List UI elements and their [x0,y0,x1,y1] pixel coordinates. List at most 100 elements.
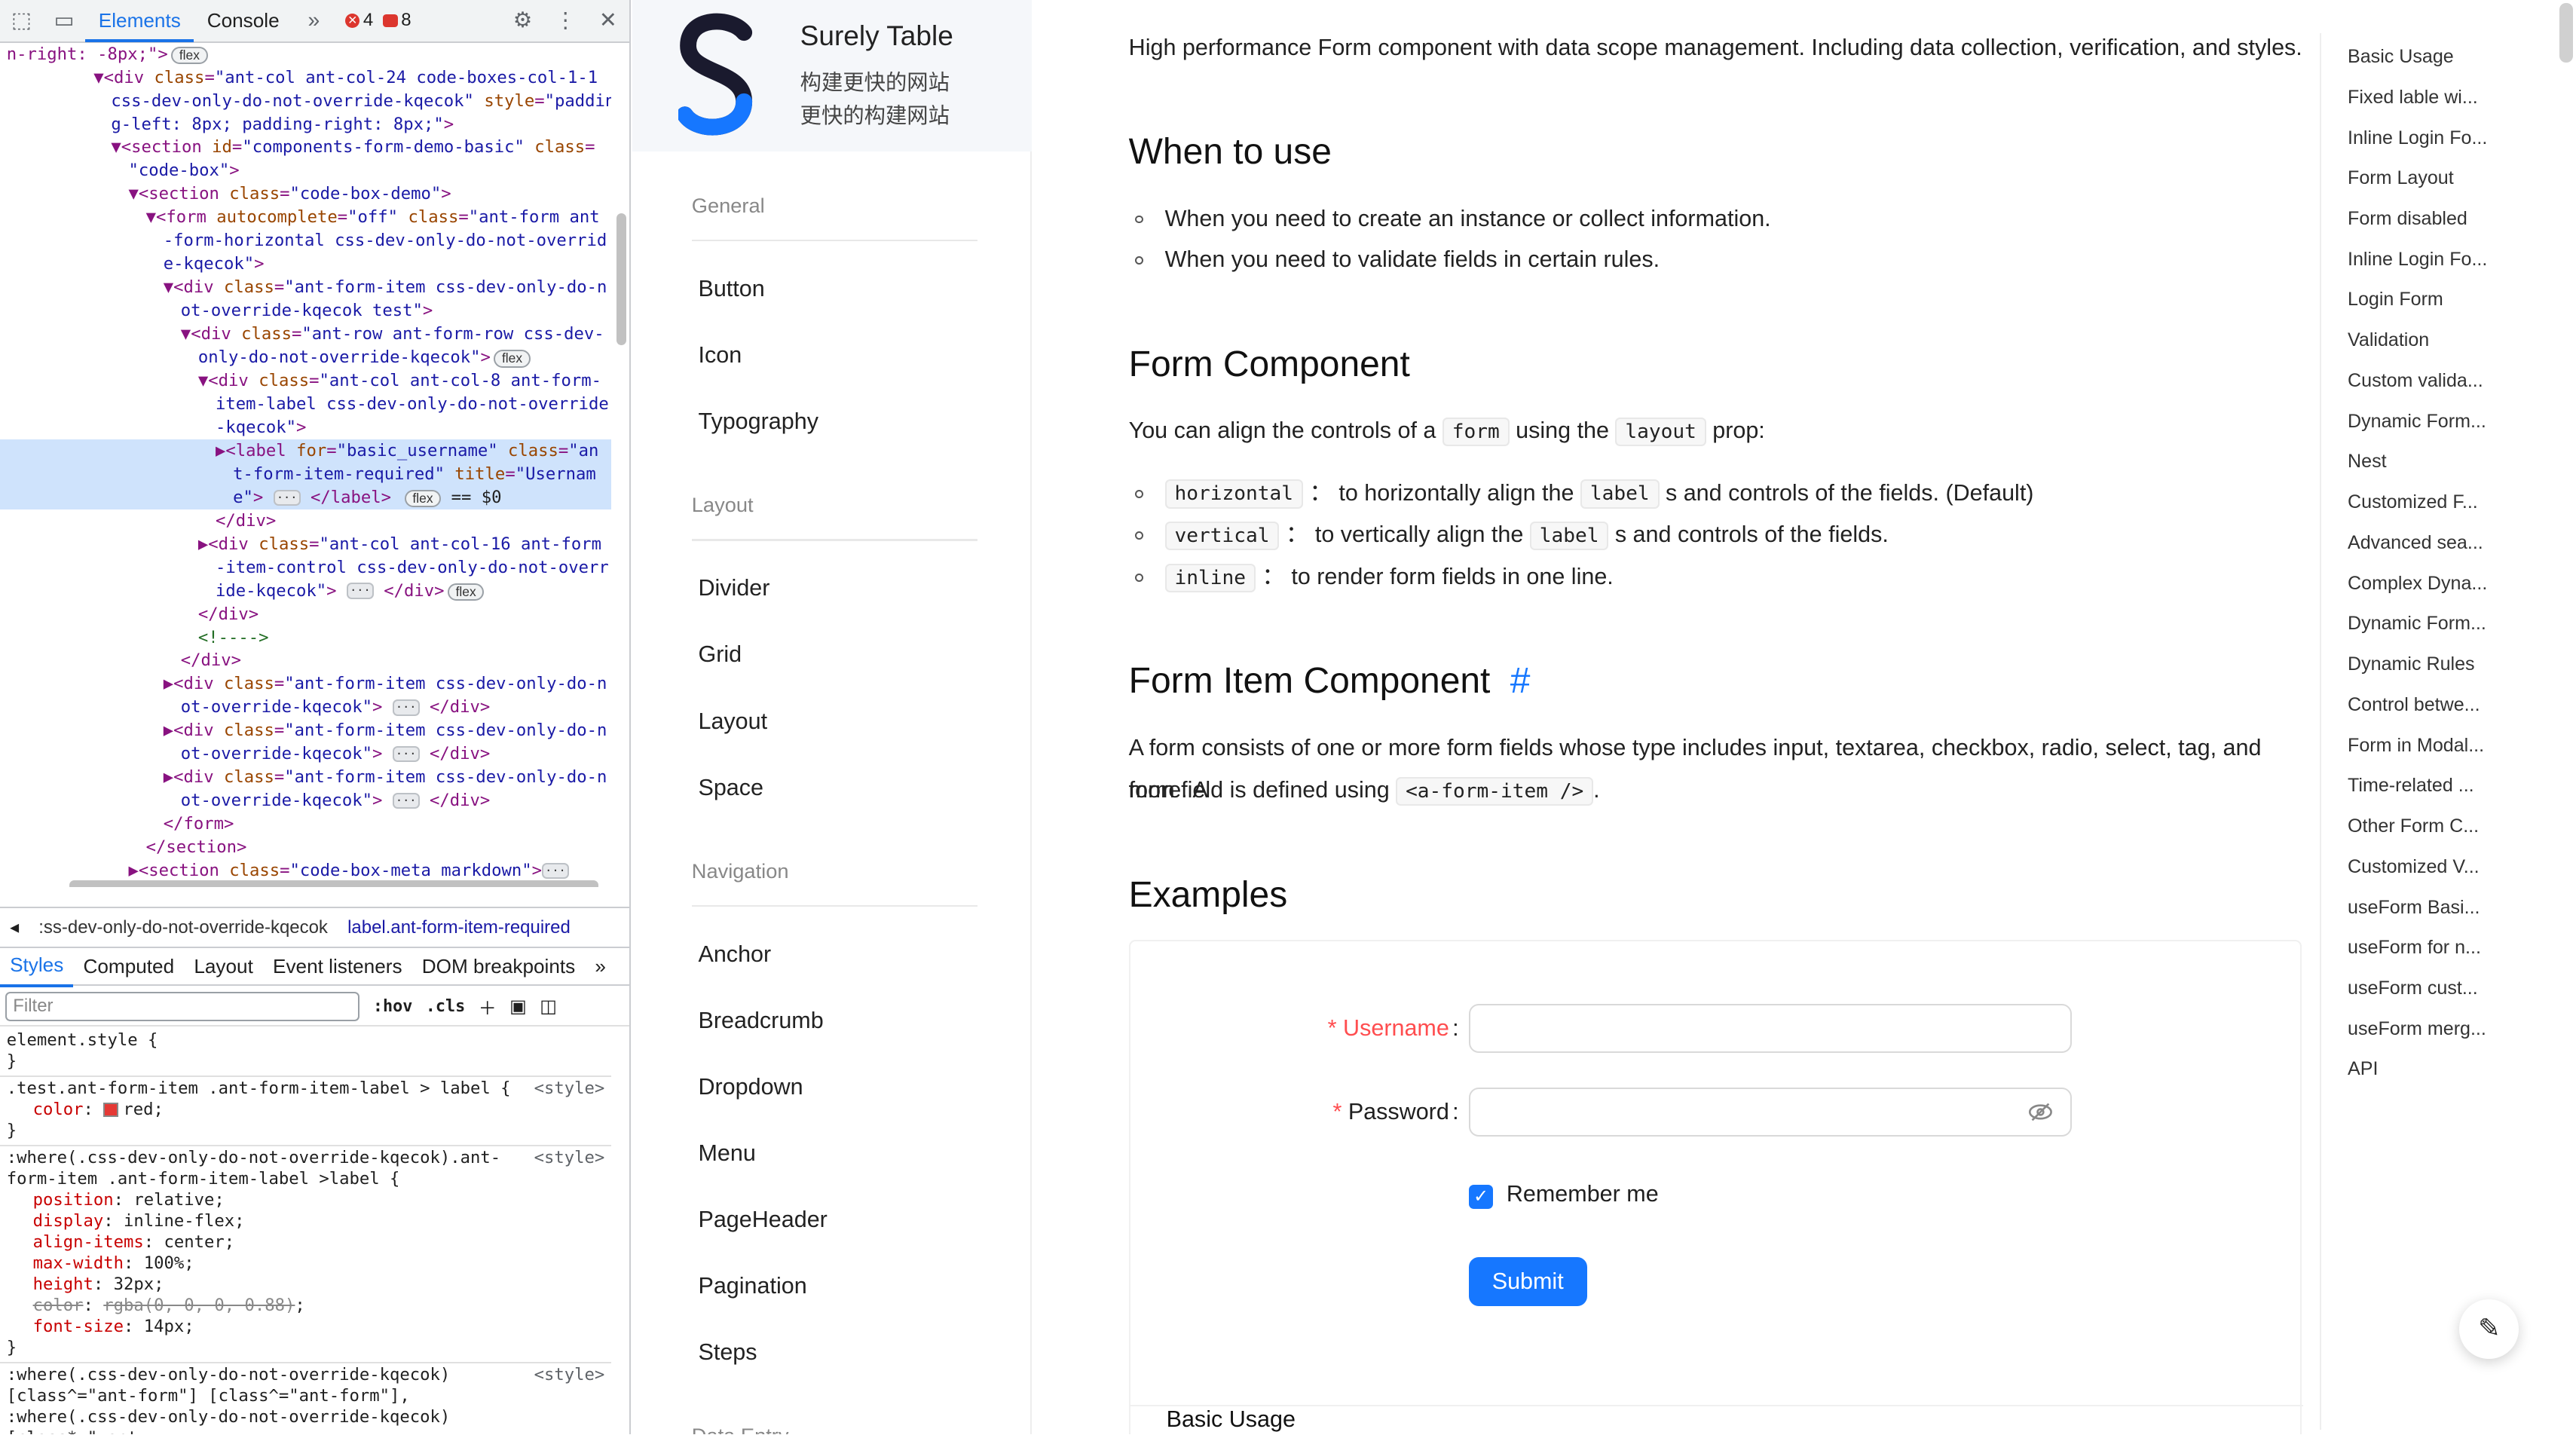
dom-node-line[interactable]: ▼<div class="ant-form-item css-dev-only-… [0,276,611,299]
dom-node-line[interactable]: g-left: 8px; padding-right: 8px;"> [0,113,611,136]
message-badge[interactable]: 8 [383,10,411,31]
sidebar-item-breadcrumb[interactable]: Breadcrumb [698,1008,823,1034]
sidebar-item-typography[interactable]: Typography [698,408,818,435]
toc-item[interactable]: Login Form [2348,289,2443,311]
tab-event-listeners[interactable]: Event listeners [263,947,412,986]
dom-node-line[interactable]: item-label css-dev-only-do-not-override [0,393,611,416]
dom-node-line[interactable]: ot-override-kqecok"> ··· </div> [0,789,611,812]
dom-node-line[interactable]: -form-horizontal css-dev-only-do-not-ove… [0,229,611,252]
css-property[interactable]: display: inline-flex; [7,1211,605,1232]
page-scrollbar[interactable] [2559,3,2573,63]
more-tabs-icon[interactable]: » [292,8,335,33]
sidebar-item-button[interactable]: Button [698,276,764,302]
css-selector[interactable]: :where(.css-dev-only-do-not-override-kqe… [7,1365,605,1434]
dom-node-line[interactable]: n-right: -8px;"> flex [0,43,611,66]
toc-item[interactable]: Validation [2348,329,2429,351]
toc-item[interactable]: useForm cust... [2348,978,2478,999]
css-selector[interactable]: :where(.css-dev-only-do-not-override-kqe… [7,1148,605,1190]
toc-item[interactable]: Other Form C... [2348,815,2479,837]
dom-node-line[interactable]: ▼<section class="code-box-demo"> [0,182,611,206]
toc-item[interactable]: Dynamic Form... [2348,411,2486,433]
toc-item[interactable]: Form Layout [2348,167,2454,189]
dom-node-line[interactable]: ▶<div class="ant-form-item css-dev-only-… [0,672,611,696]
styles-pane[interactable]: element.style {} .test.ant-form-item .ant… [0,1029,611,1434]
close-icon[interactable]: ✕ [586,8,629,33]
toc-item[interactable]: Dynamic Form... [2348,613,2486,635]
dom-node-line[interactable]: </div> [0,603,611,626]
password-input[interactable] [1468,1087,2072,1137]
dom-node-line[interactable]: ide-kqecok"> ··· </div> flex [0,580,611,603]
anchor-hash-link[interactable]: # [1510,661,1531,701]
more-tabs-icon[interactable]: » [585,947,616,986]
sidebar-item-pageheader[interactable]: PageHeader [698,1207,827,1233]
rule-source-link[interactable]: <style> [534,1365,605,1386]
dom-node-line[interactable]: -item-control css-dev-only-do-not-overr [0,556,611,580]
toc-item[interactable]: Time-related ... [2348,775,2474,797]
toc-item[interactable]: Basic Usage [2348,46,2454,68]
sidebar-toggle-icon[interactable]: ◫ [540,996,557,1017]
device-toggle-icon[interactable]: ▭ [43,8,86,33]
toc-item[interactable]: Nest [2348,451,2387,473]
paint-icon[interactable]: ▣ [509,996,527,1017]
css-property[interactable]: align-items: center; [7,1232,605,1253]
dom-node-line[interactable]: "code-box"> [0,159,611,182]
toc-item[interactable]: Control betwe... [2348,694,2480,716]
css-property[interactable]: position: relative; [7,1190,605,1211]
sidebar-item-layout[interactable]: Layout [698,708,767,735]
toc-item[interactable]: Dynamic Rules [2348,653,2475,675]
toc-item[interactable]: useForm Basi... [2348,897,2480,919]
inspect-icon[interactable]: ⬚ [0,8,43,33]
dom-node-line[interactable]: </form> [0,812,611,836]
dom-node-line[interactable]: </div> [0,509,611,533]
css-property[interactable]: font-size: 14px; [7,1317,605,1338]
css-rule[interactable]: element.style {} [0,1029,611,1078]
toc-item[interactable]: useForm for n... [2348,937,2481,959]
error-badge[interactable]: ✕ 4 [344,10,373,31]
remember-checkbox[interactable]: ✓ [1468,1184,1494,1210]
tab-computed[interactable]: Computed [73,947,184,986]
add-rule-icon[interactable]: ＋ [479,993,497,1020]
tab-styles[interactable]: Styles [0,945,74,987]
toc-item[interactable]: Custom valida... [2348,370,2483,392]
dom-node-line[interactable]: ▼<div class="ant-row ant-form-row css-de… [0,323,611,346]
css-rule[interactable]: .test.ant-form-item .ant-form-item-label… [0,1077,611,1147]
dom-node-line[interactable]: only-do-not-override-kqecok"> flex [0,346,611,369]
username-input[interactable] [1468,1003,2072,1054]
css-selector[interactable]: .test.ant-form-item .ant-form-item-label… [7,1079,605,1100]
toc-item[interactable]: Form disabled [2348,208,2467,230]
toc-item[interactable]: Complex Dyna... [2348,573,2487,595]
toc-item[interactable]: useForm merg... [2348,1018,2486,1040]
tab-elements[interactable]: Elements [85,0,194,42]
css-rule[interactable]: :where(.css-dev-only-do-not-override-kqe… [0,1363,611,1434]
sidebar-item-grid[interactable]: Grid [698,641,742,668]
dom-node-line[interactable]: e"> ··· </label> flex == $0 [0,485,611,509]
css-selector[interactable]: element.style { [7,1030,605,1051]
sidebar-item-dropdown[interactable]: Dropdown [698,1074,803,1100]
dom-node-line[interactable]: </section> [0,836,611,859]
sidebar-item-steps[interactable]: Steps [698,1339,757,1366]
toc-item[interactable]: Inline Login Fo... [2348,249,2487,271]
dom-node-line[interactable]: ▼<div class="ant-col ant-col-24 code-box… [0,66,611,90]
dom-node-line[interactable]: css-dev-only-do-not-override-kqecok" sty… [0,90,611,113]
dom-node-line[interactable]: ot-override-kqecok test"> [0,299,611,323]
toc-item[interactable]: API [2348,1058,2378,1080]
sidebar-item-space[interactable]: Space [698,775,763,801]
sidebar-item-menu[interactable]: Menu [698,1140,755,1167]
toc-item[interactable]: Customized F... [2348,491,2478,513]
styles-filter-input[interactable]: Filter [5,991,360,1021]
dom-node-line[interactable]: ▼<section id="components-form-demo-basic… [0,136,611,159]
theme-toggle-button[interactable]: ✎ [2459,1299,2519,1359]
dom-node-line[interactable]: ▼<div class="ant-col ant-col-8 ant-form- [0,369,611,393]
site-logo-area[interactable]: Surely Table 构建更快的网站 更快的构建网站 [632,0,1033,151]
rule-source-link[interactable]: <style> [534,1079,605,1100]
toc-item[interactable]: Fixed lable wi... [2348,87,2478,109]
dom-node-line[interactable]: ot-override-kqecok"> ··· </div> [0,696,611,719]
kebab-menu-icon[interactable]: ⋮ [544,8,587,33]
sidebar-item-divider[interactable]: Divider [698,575,769,601]
dom-node-line[interactable]: t-form-item-required" title="Usernam [0,462,611,486]
dom-node-line[interactable]: </div> [0,649,611,672]
rule-source-link[interactable]: <style> [534,1148,605,1169]
breadcrumb-item[interactable]: :ss-dev-only-do-not-override-kqecok [38,917,328,938]
dom-node-line[interactable]: -kqecok"> [0,416,611,439]
dom-node-line[interactable]: ot-override-kqecok"> ··· </div> [0,742,611,766]
